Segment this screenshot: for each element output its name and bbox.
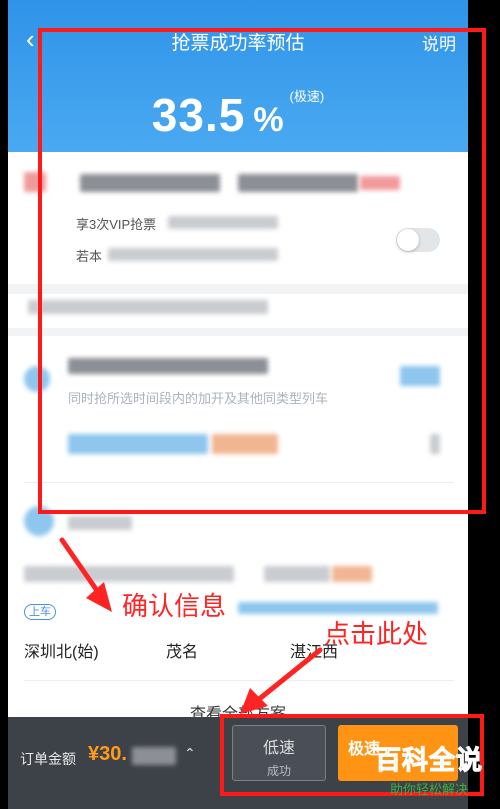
- train-seats-blurred: [238, 602, 438, 614]
- train-times-blurred: [24, 566, 234, 582]
- chevron-up-icon[interactable]: ⌃: [184, 745, 196, 762]
- train-number-blurred: [68, 516, 132, 530]
- train-price-blurred: [332, 566, 372, 582]
- annotation-box-info: [38, 28, 486, 514]
- station-departure: 深圳北(始): [24, 644, 99, 661]
- divider: [24, 680, 454, 681]
- left-frame-border: [0, 0, 8, 809]
- order-amount-blurred: [132, 747, 176, 765]
- watermark: 百科全说 助你轻松解决: [368, 740, 490, 806]
- order-amount-label: 订单金额: [20, 751, 76, 767]
- board-tag: 上车: [24, 604, 56, 620]
- watermark-main: 百科全说: [374, 745, 483, 776]
- train-seat-blurred: [264, 566, 330, 582]
- annotation-click-here: 点击此处: [324, 620, 429, 650]
- station-middle: 茂名: [166, 644, 199, 661]
- annotation-confirm-info: 确认信息: [122, 592, 227, 622]
- watermark-sub: 助你轻松解决: [389, 782, 468, 797]
- order-amount-value: ¥30.: [88, 743, 127, 765]
